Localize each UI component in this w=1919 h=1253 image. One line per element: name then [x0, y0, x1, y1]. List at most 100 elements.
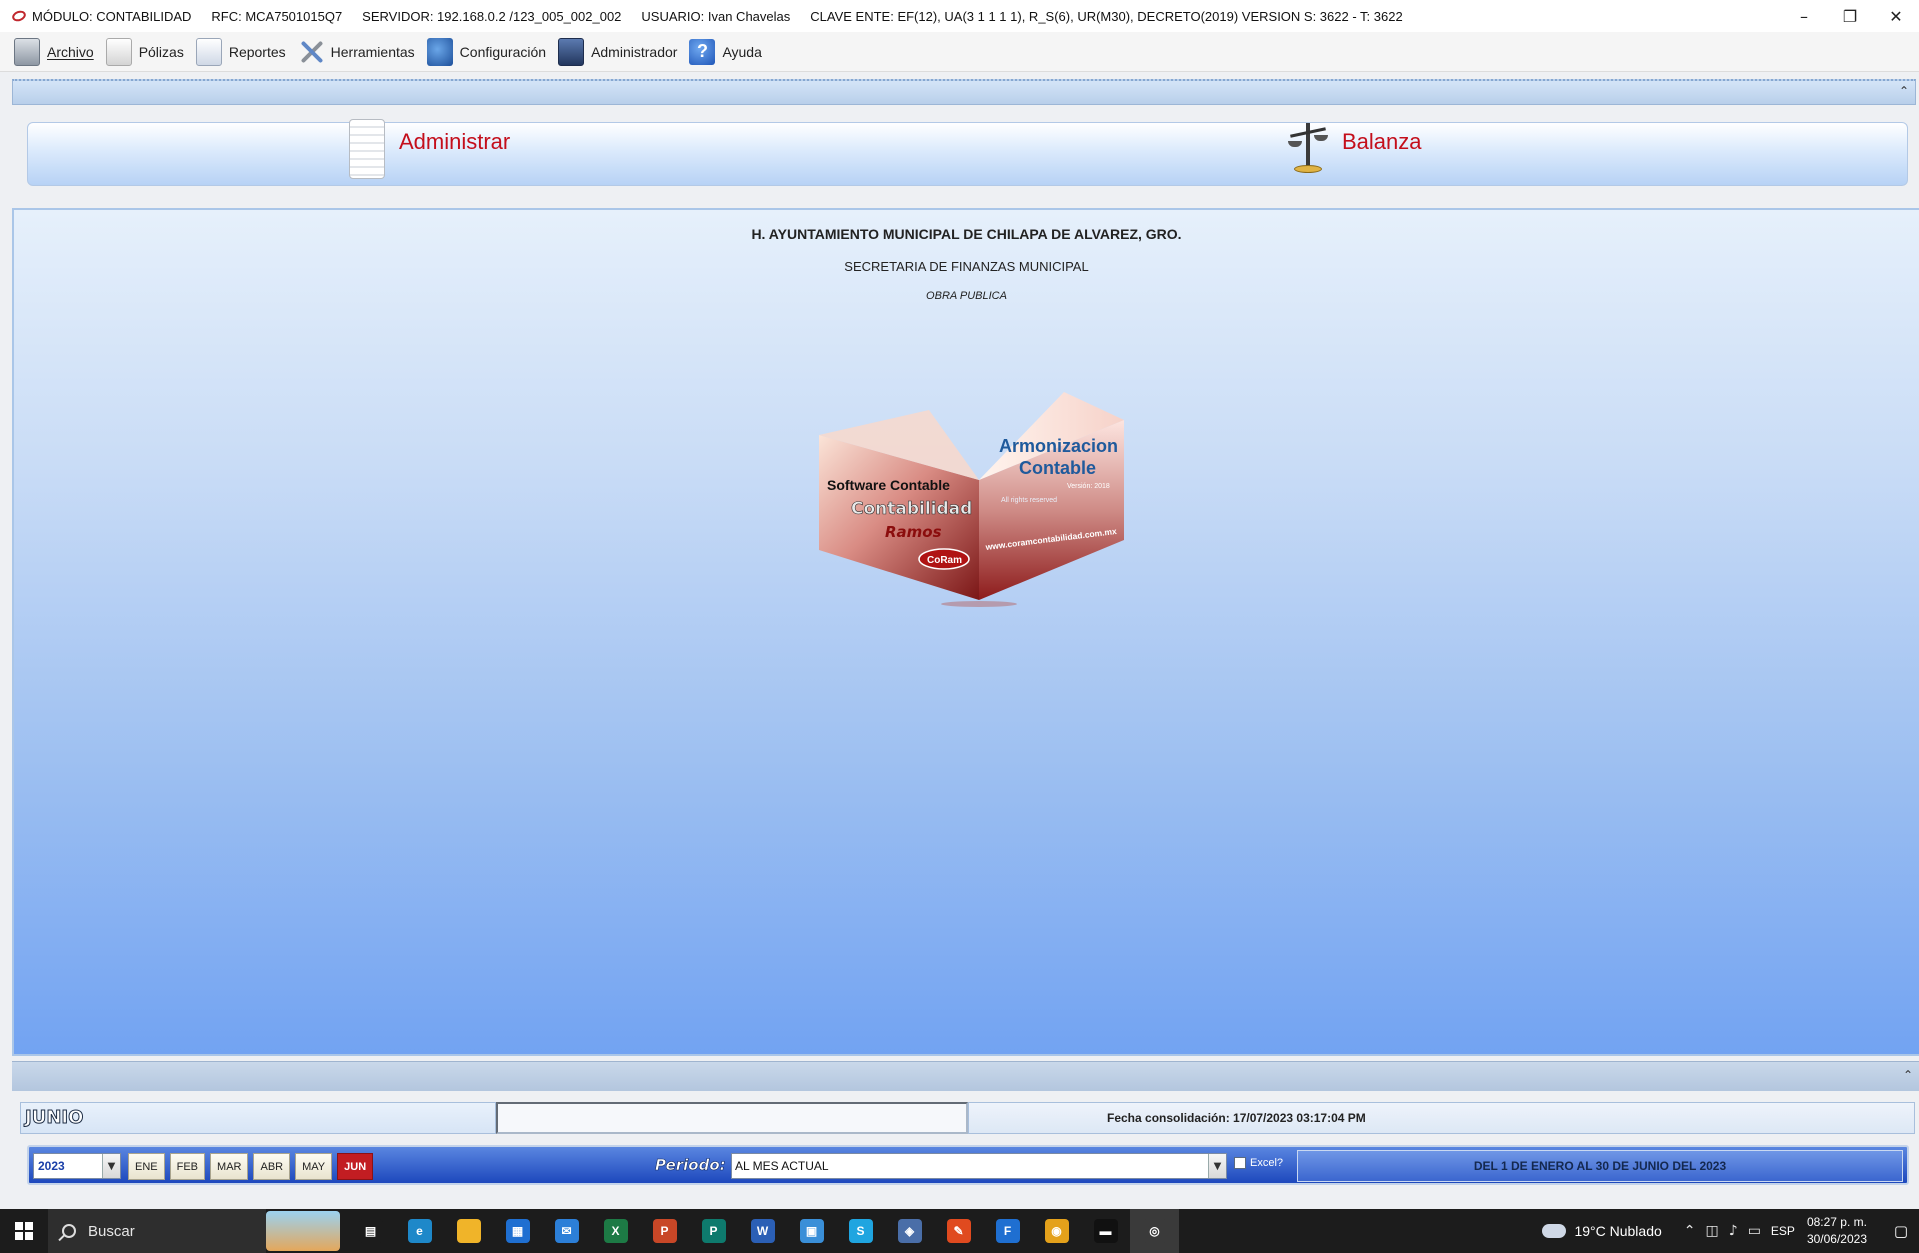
shortcut-administrar[interactable]: Administrar — [349, 119, 510, 179]
period-selector-bar: 2023 ▼ ENE FEB MAR ABR MAY JUN Periodo: … — [27, 1145, 1909, 1185]
spreadsheet-icon — [349, 119, 385, 179]
chevron-down-icon-periodo[interactable]: ▼ — [1208, 1154, 1226, 1178]
menu-herramientas-label: Herramientas — [330, 43, 415, 60]
logo-ramos: Ramos — [885, 523, 942, 541]
shortcut-administrar-label: Administrar — [399, 129, 511, 154]
taskbar-app[interactable]: ◉ — [1032, 1209, 1081, 1253]
collapse-up-icon[interactable]: ⌃ — [1899, 84, 1909, 98]
excel-checkbox-label: Excel? — [1250, 1157, 1284, 1169]
file-explorer-icon — [456, 1219, 481, 1243]
shortcut-panel: Administrar Balanza — [27, 119, 1908, 186]
taskbar-app[interactable]: P — [689, 1209, 738, 1253]
forms-icon: F — [995, 1219, 1020, 1243]
consolidation-date: Fecha consolidación: 17/07/2023 03:17:04… — [968, 1102, 1915, 1134]
taskbar-app[interactable]: ◎ — [1130, 1209, 1179, 1253]
year-select[interactable]: 2023 ▼ — [33, 1153, 121, 1179]
network-icon[interactable]: ▭ — [1748, 1223, 1761, 1239]
menu-herramientas[interactable]: Herramientas — [298, 35, 415, 69]
taskbar-search-label: Buscar — [88, 1222, 135, 1240]
publisher-icon: P — [701, 1219, 726, 1243]
excel-icon: X — [603, 1219, 628, 1243]
month-button-ene[interactable]: ENE — [128, 1153, 165, 1180]
top-collapsible-band: ⌃ — [12, 79, 1916, 105]
chevron-down-icon[interactable]: ▼ — [102, 1154, 120, 1178]
taskbar-app[interactable]: ▣ — [787, 1209, 836, 1253]
shortcut-balanza-label: Balanza — [1342, 129, 1422, 154]
month-buttons: ENE FEB MAR ABR MAY JUN — [128, 1153, 378, 1180]
menu-administrador-label: Administrador — [591, 43, 678, 60]
menu-reportes-label: Reportes — [228, 43, 286, 60]
excel-checkbox[interactable]: Excel? — [1234, 1157, 1283, 1169]
window-controls: – ❐ ✕ — [1781, 0, 1919, 32]
weather-widget[interactable]: 19°C Nublado — [1542, 1223, 1662, 1239]
taskbar-app[interactable]: ▦ — [493, 1209, 542, 1253]
menu-archivo-label: Archivo — [47, 43, 94, 60]
year-value: 2023 — [38, 1159, 65, 1173]
status-row: JUNIO Fecha consolidación: 17/07/2023 03… — [20, 1102, 1915, 1134]
menu-configuracion-label: Configuración — [459, 43, 547, 60]
date-range-button[interactable]: DEL 1 DE ENERO AL 30 DE JUNIO DEL 2023 — [1297, 1150, 1903, 1182]
notification-icon[interactable]: ▢ — [1883, 1209, 1919, 1253]
month-button-jun[interactable]: JUN — [337, 1153, 374, 1180]
checkbox-box[interactable] — [1234, 1157, 1246, 1169]
word-icon: W — [750, 1219, 775, 1243]
shortcut-balanza[interactable]: Balanza — [1288, 119, 1422, 183]
taskbar-app[interactable]: ▤ — [346, 1209, 395, 1253]
collapse-up-icon-bottom[interactable]: ⌃ — [1903, 1068, 1913, 1082]
periodo-label: Periodo: — [655, 1156, 726, 1175]
title-user: USUARIO: Ivan Chavelas — [641, 8, 791, 24]
restore-button[interactable]: ❐ — [1827, 0, 1873, 32]
month-button-feb[interactable]: FEB — [169, 1153, 206, 1180]
menu-reportes[interactable]: Reportes — [195, 35, 286, 69]
menu-configuracion[interactable]: Configuración — [426, 35, 547, 69]
volume-icon[interactable]: ♪ — [1729, 1223, 1738, 1239]
clock[interactable]: 08:27 p. m. 30/06/2023 — [1807, 1214, 1867, 1248]
menu-ayuda[interactable]: ? Ayuda — [689, 35, 762, 69]
menu-archivo[interactable]: Archivo — [14, 35, 94, 69]
close-button[interactable]: ✕ — [1873, 0, 1919, 32]
tray-chevron-up-icon[interactable]: ⌃ — [1684, 1223, 1696, 1239]
taskbar-app[interactable]: ✎ — [934, 1209, 983, 1253]
month-button-mar[interactable]: MAR — [210, 1153, 249, 1180]
coram-logo: Software Contable Contabilidad Ramos CoR… — [819, 390, 1139, 615]
minimize-button[interactable]: – — [1781, 0, 1827, 32]
title-server: SERVIDOR: 192.168.0.2 /123_005_002_002 — [362, 8, 622, 24]
report-icon — [195, 37, 222, 66]
edge-icon: e — [407, 1219, 432, 1243]
admin-computer-icon — [558, 37, 585, 66]
taskbar-app[interactable]: F — [983, 1209, 1032, 1253]
app-logo-icon — [10, 8, 28, 24]
menu-administrador[interactable]: Administrador — [558, 35, 677, 69]
meet-now-icon[interactable]: ◫ — [1706, 1223, 1719, 1239]
network-app-icon: ◈ — [897, 1219, 922, 1243]
periodo-select[interactable]: AL MES ACTUAL ▼ — [731, 1153, 1227, 1179]
taskbar-app[interactable]: P — [640, 1209, 689, 1253]
taskbar-app[interactable]: ▬ — [1081, 1209, 1130, 1253]
archive-cabinet-icon — [14, 37, 40, 66]
taskbar-app[interactable]: S — [836, 1209, 885, 1253]
language-indicator[interactable]: ESP — [1771, 1224, 1795, 1238]
area-name: OBRA PUBLICA — [926, 290, 1007, 302]
windows-logo-icon — [15, 1222, 33, 1240]
periodo-value: AL MES ACTUAL — [735, 1159, 829, 1173]
taskbar-app[interactable]: W — [738, 1209, 787, 1253]
title-module: MÓDULO: CONTABILIDAD — [32, 8, 192, 24]
taskbar-app[interactable] — [444, 1209, 493, 1253]
gear-icon — [426, 37, 453, 66]
taskbar-app[interactable]: ◈ — [885, 1209, 934, 1253]
month-button-abr[interactable]: ABR — [253, 1153, 291, 1180]
taskbar-app[interactable]: ✉ — [542, 1209, 591, 1253]
month-button-may[interactable]: MAY — [295, 1153, 333, 1180]
menu-polizas[interactable]: Pólizas — [105, 35, 184, 69]
current-month-label: JUNIO — [20, 1102, 496, 1134]
mail-icon: ✉ — [554, 1219, 579, 1243]
taskbar-app[interactable]: e — [395, 1209, 444, 1253]
logo-armonizacion: Armonizacion — [999, 436, 1118, 456]
start-button[interactable] — [0, 1209, 48, 1253]
taskbar-search[interactable]: Buscar — [48, 1209, 266, 1253]
system-tray: 19°C Nublado ⌃ ◫ ♪ ▭ ESP 08:27 p. m. 30/… — [1542, 1209, 1919, 1253]
taskbar-app[interactable]: X — [591, 1209, 640, 1253]
progress-box — [496, 1102, 968, 1134]
menu-bar: Archivo Pólizas Reportes Herramientas Co… — [0, 32, 1919, 72]
powerpoint-icon: P — [652, 1219, 677, 1243]
